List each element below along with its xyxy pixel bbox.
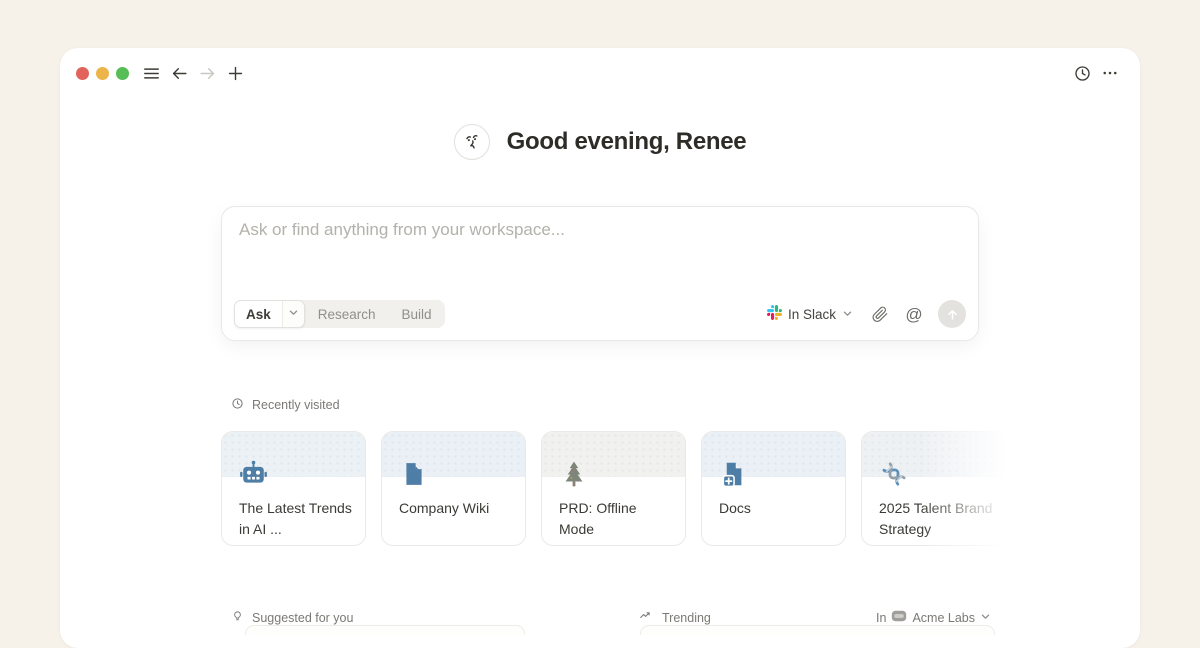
context-selector[interactable]: In Slack <box>760 300 860 328</box>
composer-toolbar: Ask Research Build In Slack @ <box>234 300 966 328</box>
mode-ask-button[interactable]: Ask <box>235 301 282 327</box>
card-title: Docs <box>719 498 835 519</box>
workspace-logo <box>891 609 907 626</box>
dna-icon <box>879 459 908 488</box>
slack-icon <box>767 305 782 323</box>
page-plus-icon <box>719 459 748 488</box>
chevron-down-icon <box>842 307 853 322</box>
close-window-button[interactable] <box>76 67 89 80</box>
new-page-icon[interactable] <box>221 59 249 87</box>
card-title: The Latest Trends in AI ... <box>239 498 355 540</box>
card-title: Company Wiki <box>399 498 515 519</box>
recent-card[interactable]: The Latest Trends in AI ... <box>221 431 366 546</box>
mode-switcher: Ask Research Build <box>234 300 445 328</box>
workspace-prefix: In <box>876 611 886 625</box>
mode-ask-selected: Ask <box>234 300 305 328</box>
composer-actions: In Slack @ <box>760 300 966 328</box>
card-title: PRD: Offline Mode <box>559 498 675 540</box>
ask-composer: Ask Research Build In Slack @ <box>221 206 979 341</box>
mode-build-button[interactable]: Build <box>389 300 445 328</box>
menu-icon[interactable] <box>137 59 165 87</box>
chevron-down-icon <box>980 611 991 625</box>
back-icon[interactable] <box>165 59 193 87</box>
lightbulb-icon <box>231 609 244 627</box>
ai-face-icon <box>454 124 490 160</box>
traffic-lights <box>76 67 129 80</box>
greeting: Good evening, Renee <box>60 124 1140 160</box>
suggested-label: Suggested for you <box>252 611 353 625</box>
clock-small-icon <box>231 397 244 413</box>
zoom-window-button[interactable] <box>116 67 129 80</box>
at-glyph: @ <box>905 306 922 323</box>
submit-button[interactable] <box>938 300 966 328</box>
recently-visited-header: Recently visited <box>231 397 340 413</box>
recently-visited-cards: The Latest Trends in AI ... Company Wiki P… <box>221 431 1021 546</box>
suggested-card-top-hint <box>245 625 525 635</box>
recent-card[interactable]: 2025 Talent Brand Strategy <box>861 431 1006 546</box>
trending-card-top-hint <box>640 625 995 635</box>
trending-label: Trending <box>662 611 711 625</box>
ask-input[interactable] <box>239 220 961 240</box>
chevron-down-icon <box>288 305 299 323</box>
trending-section-header: Trending <box>638 609 711 626</box>
minimize-window-button[interactable] <box>96 67 109 80</box>
history-clock-icon[interactable] <box>1068 59 1096 87</box>
card-title: 2025 Talent Brand Strategy <box>879 498 995 540</box>
forward-icon[interactable] <box>193 59 221 87</box>
trending-icon <box>638 609 654 626</box>
attach-paperclip-icon[interactable] <box>866 300 894 328</box>
greeting-title: Good evening, Renee <box>507 128 747 156</box>
mention-at-icon[interactable]: @ <box>900 300 928 328</box>
context-label: In Slack <box>788 307 836 322</box>
workspace-name: Acme Labs <box>912 611 975 625</box>
recently-visited-label: Recently visited <box>252 398 340 412</box>
mode-ask-caret[interactable] <box>282 301 304 327</box>
recent-card[interactable]: PRD: Offline Mode <box>541 431 686 546</box>
page-icon <box>399 459 428 488</box>
app-window: Good evening, Renee Ask Research Build I… <box>60 48 1140 648</box>
mode-research-button[interactable]: Research <box>305 300 389 328</box>
recent-card[interactable]: Company Wiki <box>381 431 526 546</box>
top-bar <box>76 57 1124 89</box>
robot-icon <box>239 459 268 488</box>
recent-card[interactable]: Docs <box>701 431 846 546</box>
tree-icon <box>559 459 588 488</box>
workspace-selector[interactable]: In Acme Labs <box>876 609 991 626</box>
more-options-icon[interactable] <box>1096 59 1124 87</box>
